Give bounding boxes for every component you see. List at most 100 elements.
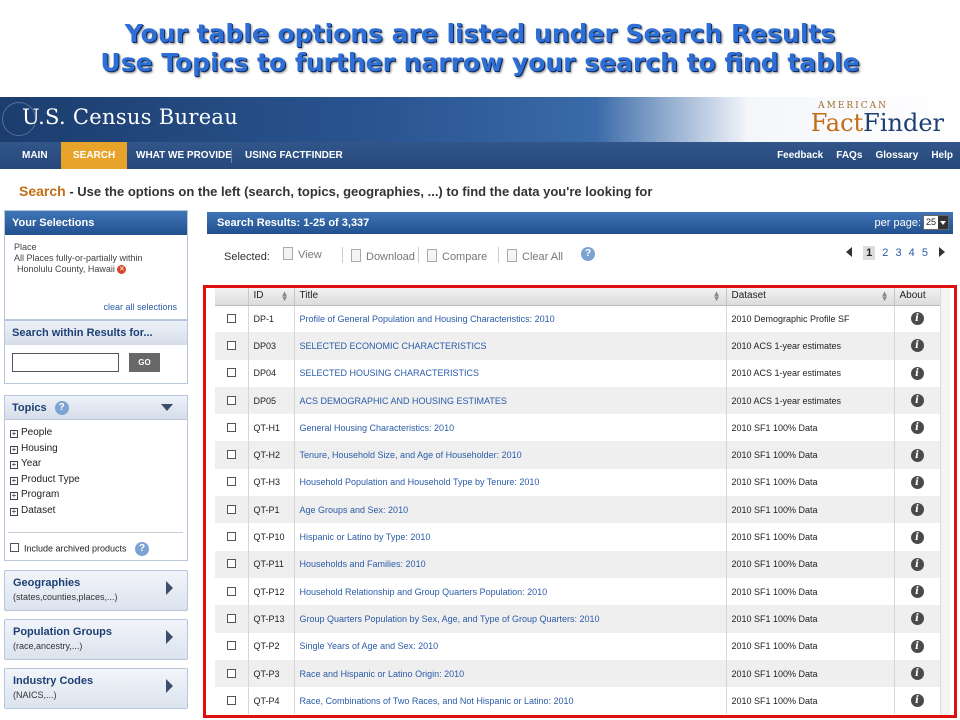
- row-title-link[interactable]: Households and Families: 2010: [294, 550, 727, 578]
- table-row[interactable]: QT-P4 Race, Combinations of Two Races, an…: [215, 687, 941, 715]
- table-row[interactable]: QT-P12 Household Relationship and Group Q…: [215, 577, 941, 606]
- topic-people[interactable]: + People: [10, 425, 187, 441]
- table-row[interactable]: QT-P1 Age Groups and Sex: 2010 2010 SF1 10…: [215, 496, 941, 524]
- collapse-icon[interactable]: [161, 404, 173, 411]
- nav-using-factfinder[interactable]: USING FACTFINDER: [233, 142, 355, 169]
- table-row[interactable]: DP05 ACS DEMOGRAPHIC AND HOUSING ESTIMATE…: [215, 386, 941, 415]
- row-title-link[interactable]: Race, Combinations of Two Races, and Not…: [294, 687, 727, 715]
- page-3[interactable]: 3: [895, 247, 901, 259]
- results-scrollbar[interactable]: [940, 287, 950, 715]
- download-button[interactable]: Download: [342, 247, 415, 263]
- include-archived-option[interactable]: Include archived products ?: [10, 542, 150, 556]
- prev-page-icon[interactable]: [846, 247, 852, 257]
- dropdown-arrow-icon[interactable]: [938, 216, 948, 229]
- include-archived-checkbox[interactable]: [10, 543, 19, 553]
- info-icon[interactable]: i: [910, 475, 924, 489]
- dataset-column-header[interactable]: Dataset ▲ ▼: [726, 287, 895, 306]
- table-row[interactable]: QT-H1 General Housing Characteristics: 20…: [215, 414, 941, 442]
- title-column-header[interactable]: Title ▲ ▼: [294, 287, 727, 306]
- row-checkbox[interactable]: [226, 586, 236, 596]
- sort-icon[interactable]: ▲ ▼: [713, 290, 721, 303]
- next-page-icon[interactable]: [939, 247, 945, 257]
- row-title-link[interactable]: General Housing Characteristics: 2010: [294, 414, 727, 442]
- row-checkbox[interactable]: [226, 559, 236, 569]
- sort-icon[interactable]: ▲ ▼: [281, 290, 289, 303]
- geographies-accordion[interactable]: Geographies (states,counties,places,...): [4, 570, 188, 611]
- table-row[interactable]: DP04 SELECTED HOUSING CHARACTERISTICS 2010…: [215, 359, 941, 387]
- clear-all-button[interactable]: Clear All: [498, 247, 563, 263]
- info-icon[interactable]: i: [910, 312, 924, 326]
- row-title-link[interactable]: Profile of General Population and Housin…: [294, 305, 727, 333]
- help-icon[interactable]: ?: [135, 542, 150, 556]
- table-row[interactable]: QT-H2 Tenure, Household Size, and Age of …: [215, 441, 941, 469]
- topic-dataset[interactable]: + Dataset: [10, 503, 187, 519]
- row-title-link[interactable]: SELECTED ECONOMIC CHARACTERISTICS: [294, 332, 727, 360]
- nav-faqs[interactable]: FAQs: [836, 150, 862, 161]
- info-icon[interactable]: i: [910, 667, 924, 680]
- topic-program[interactable]: + Program: [10, 487, 187, 503]
- info-icon[interactable]: i: [910, 557, 924, 571]
- expand-icon[interactable]: +: [10, 430, 18, 438]
- row-checkbox[interactable]: [226, 504, 236, 514]
- row-title-link[interactable]: Group Quarters Population by Sex, Age, a…: [294, 605, 727, 633]
- table-row[interactable]: DP03 SELECTED ECONOMIC CHARACTERISTICS 201…: [215, 332, 941, 360]
- topics-header[interactable]: Topics ?: [5, 396, 187, 420]
- expand-icon[interactable]: +: [10, 476, 18, 485]
- row-title-link[interactable]: Tenure, Household Size, and Age of House…: [294, 441, 727, 469]
- go-button[interactable]: GO: [129, 353, 160, 372]
- page-1[interactable]: 1: [863, 246, 876, 260]
- row-checkbox[interactable]: [226, 695, 236, 705]
- info-icon[interactable]: i: [910, 339, 924, 353]
- help-icon[interactable]: ?: [54, 401, 69, 416]
- info-icon[interactable]: i: [910, 448, 924, 462]
- info-icon[interactable]: i: [910, 530, 924, 544]
- info-icon[interactable]: i: [910, 394, 924, 408]
- expand-icon[interactable]: +: [10, 507, 18, 516]
- search-within-input[interactable]: [12, 353, 119, 372]
- nav-what-we-provide[interactable]: WHAT WE PROVIDE: [124, 142, 244, 169]
- row-checkbox[interactable]: [226, 340, 236, 350]
- population-groups-accordion[interactable]: Population Groups (race,ancestry,...): [4, 619, 188, 660]
- row-title-link[interactable]: Single Years of Age and Sex: 2010: [294, 632, 727, 660]
- expand-icon[interactable]: +: [10, 445, 18, 454]
- info-icon[interactable]: i: [910, 503, 924, 517]
- row-checkbox[interactable]: [226, 477, 236, 487]
- info-icon[interactable]: i: [910, 585, 924, 599]
- row-checkbox[interactable]: [226, 668, 236, 678]
- page-5[interactable]: 5: [922, 247, 928, 259]
- row-title-link[interactable]: Household Relationship and Group Quarter…: [294, 577, 727, 606]
- row-title-link[interactable]: Household Population and Household Type …: [294, 468, 727, 497]
- topic-housing[interactable]: + Housing: [10, 441, 187, 457]
- clear-all-selections-link[interactable]: clear all selections: [103, 302, 177, 313]
- expand-icon[interactable]: +: [10, 461, 18, 469]
- nav-main[interactable]: MAIN: [10, 142, 60, 169]
- id-column-header[interactable]: ID ▲ ▼: [248, 287, 295, 306]
- expand-icon[interactable]: +: [10, 492, 18, 500]
- topic-product-type[interactable]: + Product Type: [10, 472, 187, 488]
- nav-help[interactable]: Help: [931, 150, 953, 161]
- view-button[interactable]: View: [283, 247, 322, 261]
- industry-codes-accordion[interactable]: Industry Codes (NAICS,...): [4, 668, 188, 709]
- row-checkbox[interactable]: [226, 422, 236, 432]
- page-4[interactable]: 4: [909, 247, 915, 259]
- row-checkbox[interactable]: [226, 368, 236, 378]
- nav-search[interactable]: SEARCH: [61, 142, 128, 169]
- table-row[interactable]: QT-P3 Race and Hispanic or Latino Origin:…: [215, 659, 941, 688]
- row-title-link[interactable]: Race and Hispanic or Latino Origin: 2010: [294, 659, 727, 688]
- census-logo[interactable]: U.S. Census Bureau: [22, 105, 238, 129]
- table-row[interactable]: QT-P13 Group Quarters Population by Sex, …: [215, 605, 941, 633]
- factfinder-logo[interactable]: AMERICAN FactFinder: [811, 101, 944, 135]
- info-icon[interactable]: i: [910, 612, 924, 626]
- table-row[interactable]: QT-P2 Single Years of Age and Sex: 2010 20…: [215, 632, 941, 660]
- info-icon[interactable]: i: [910, 366, 924, 380]
- row-checkbox[interactable]: [226, 532, 236, 542]
- help-icon[interactable]: ?: [581, 247, 595, 261]
- info-icon[interactable]: i: [910, 694, 924, 708]
- row-checkbox[interactable]: [226, 641, 236, 651]
- table-row[interactable]: QT-H3 Household Population and Household …: [215, 468, 941, 497]
- row-title-link[interactable]: ACS DEMOGRAPHIC AND HOUSING ESTIMATES: [294, 386, 727, 415]
- info-icon[interactable]: i: [910, 421, 924, 435]
- sort-icon[interactable]: ▲ ▼: [881, 290, 889, 303]
- row-title-link[interactable]: Age Groups and Sex: 2010: [294, 496, 727, 524]
- row-checkbox[interactable]: [226, 613, 236, 623]
